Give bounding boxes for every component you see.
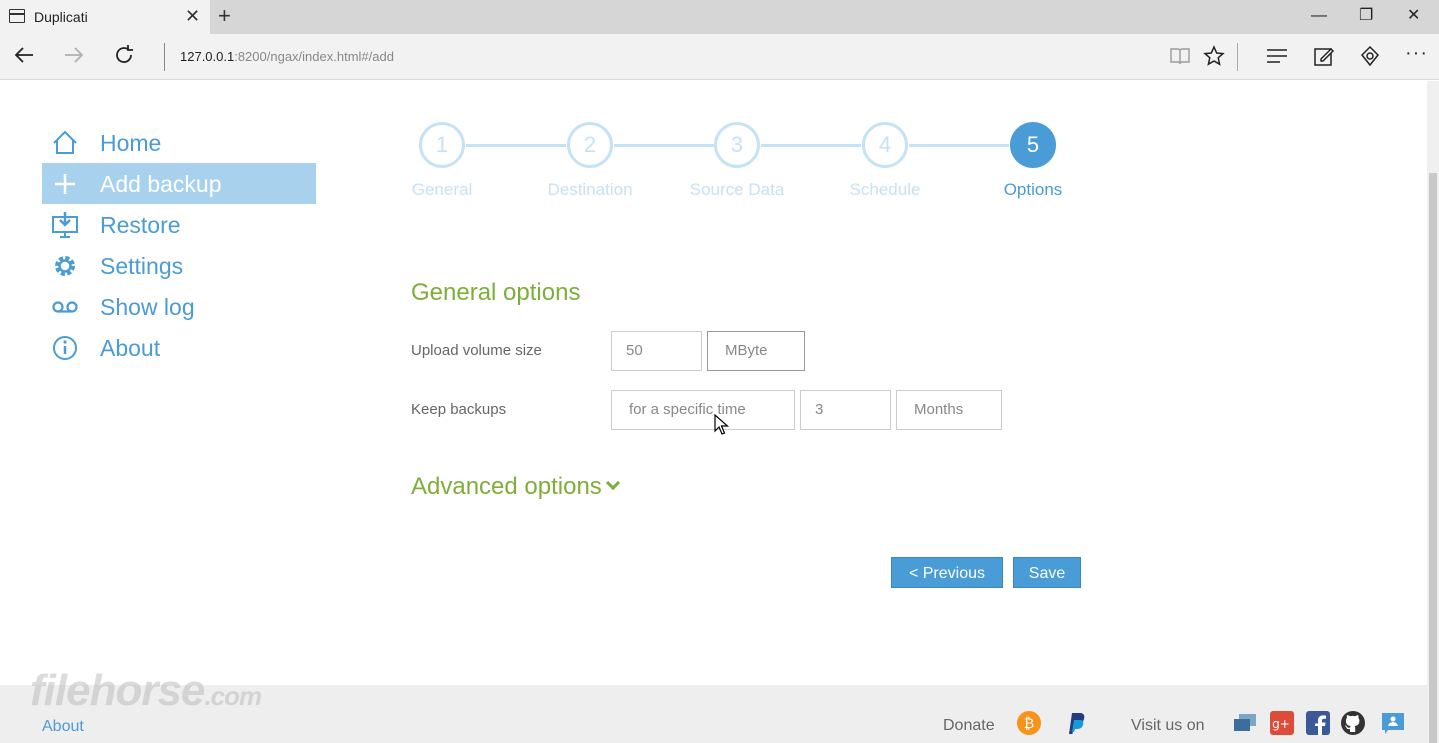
advanced-options-toggle[interactable]: Advanced options [411,473,620,501]
step-options[interactable]: 5 Options [958,122,1108,200]
favorite-star-icon[interactable] [1203,45,1225,72]
svg-text:g+: g+ [1272,717,1290,731]
page-icon [9,9,25,23]
tab-title: Duplicati [34,9,88,25]
step-destination[interactable]: 2 Destination [515,122,665,200]
back-button[interactable] [12,43,36,73]
chevron-down-icon [605,475,620,491]
previous-button[interactable]: < Previous [891,557,1003,588]
sidebar-item-label: Show log [100,294,195,320]
sidebar-item-show-log[interactable]: Show log [42,286,316,327]
github-icon[interactable] [1341,711,1365,735]
upload-volume-unit-select[interactable]: MByte [707,331,805,371]
mouse-cursor-icon [714,414,730,435]
close-window-button[interactable]: ✕ [1407,6,1420,26]
step-number: 1 [419,122,465,168]
feedback-icon[interactable] [1381,711,1405,735]
step-label: Schedule [849,180,921,199]
page-content: Home Add backup Restore Settings Show lo… [0,81,1427,743]
sidebar-item-add-backup[interactable]: Add backup [42,163,316,204]
save-button[interactable]: Save [1013,557,1081,588]
filehorse-watermark: filehorse.com [30,666,262,715]
step-label: Options [1003,180,1063,199]
keep-backups-unit-select[interactable]: Months [896,390,1002,430]
wizard-steps: 1 General 2 Destination 3 Source Data 4 … [410,122,1090,212]
web-note-icon[interactable] [1313,45,1335,72]
sidebar-item-label: Settings [100,253,184,279]
info-icon [53,336,77,360]
scrollbar-thumb[interactable] [1429,173,1437,743]
sidebar-item-label: About [100,335,161,361]
sidebar-item-label: Add backup [100,171,222,197]
bitcoin-icon[interactable]: ₿ [1017,711,1041,735]
svg-text:₿: ₿ [1024,716,1034,732]
sidebar-nav: Home Add backup Restore Settings Show lo… [42,122,316,368]
new-tab-button[interactable]: + [218,4,231,28]
step-source-data[interactable]: 3 Source Data [662,122,812,200]
close-tab-icon[interactable]: ✕ [185,7,200,25]
back-arrow-icon [14,47,33,63]
plus-icon [55,174,75,194]
keep-backups-label: Keep backups [411,401,507,418]
address-bar: 127.0.0.1:8200/ngax/index.html#/add ··· [0,34,1439,80]
sidebar-item-label: Restore [100,212,181,238]
home-icon [53,130,77,154]
vertical-scrollbar[interactable] [1427,81,1439,743]
step-label: Source Data [689,180,785,199]
keep-backups-mode-select[interactable]: for a specific time [611,390,795,430]
step-number: 3 [714,122,760,168]
facebook-icon[interactable] [1306,711,1330,735]
refresh-button[interactable] [112,43,136,73]
reading-view-icon[interactable] [1169,45,1191,72]
upload-volume-input[interactable]: 50 [611,331,702,371]
minimize-button[interactable]: — [1311,6,1327,26]
sidebar-item-label: Home [100,130,162,156]
browser-tab[interactable]: Duplicati ✕ [0,0,210,34]
restore-window-button[interactable]: ❐ [1359,6,1373,26]
upload-volume-label: Upload volume size [411,342,542,359]
hub-icon[interactable] [1266,45,1288,72]
url-field[interactable]: 127.0.0.1:8200/ngax/index.html#/add [180,49,394,64]
sidebar-item-restore[interactable]: Restore [42,204,316,245]
paypal-icon[interactable] [1063,711,1087,735]
forum-icon[interactable] [1233,711,1257,735]
step-number: 5 [1010,122,1056,168]
visit-us-label: Visit us on [1131,717,1205,734]
forward-button[interactable] [62,43,86,73]
step-schedule[interactable]: 4 Schedule [810,122,960,200]
step-label: Destination [547,180,633,199]
browser-tab-bar: Duplicati ✕ + — ❐ ✕ [0,0,1439,34]
step-general[interactable]: 1 General [367,122,517,200]
keep-backups-value-input[interactable]: 3 [800,390,891,430]
restore-icon [52,212,78,238]
share-icon[interactable] [1359,45,1381,72]
forward-arrow-icon [65,47,84,63]
gear-icon [55,256,75,276]
sidebar-item-home[interactable]: Home [42,122,316,163]
general-options-heading: General options [411,279,581,306]
refresh-icon [116,45,133,63]
more-icon[interactable]: ··· [1405,42,1428,65]
donate-label: Donate [943,717,995,734]
step-label: General [411,180,473,199]
advanced-options-label: Advanced options [411,473,602,500]
google-plus-icon[interactable]: g+ [1270,711,1294,735]
footer-about-link[interactable]: About [42,718,84,736]
sidebar-item-about[interactable]: About [42,327,316,368]
step-number: 4 [862,122,908,168]
sidebar-item-settings[interactable]: Settings [42,245,316,286]
log-icon [52,301,78,313]
step-number: 2 [567,122,613,168]
